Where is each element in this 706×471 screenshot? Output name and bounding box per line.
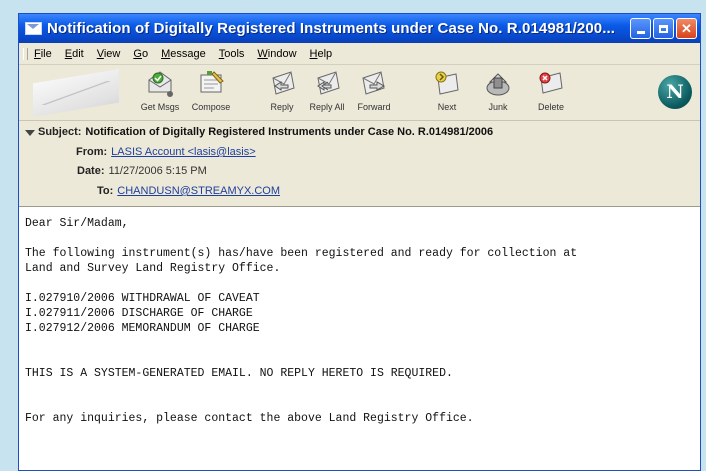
mail-envelope-icon [33, 69, 119, 117]
from-label: From: [76, 146, 108, 158]
title-bar[interactable]: Notification of Digitally Registered Ins… [19, 14, 700, 43]
delete-label: Delete [537, 102, 564, 112]
greeting-line: Dear Sir/Madam, [25, 217, 129, 230]
collapse-header-icon[interactable] [25, 130, 35, 136]
close-icon: ✕ [681, 20, 692, 36]
delete-icon [539, 72, 563, 94]
reply-all-label: Reply All [309, 102, 345, 112]
menu-view[interactable]: View [97, 48, 121, 60]
menu-bar: File Edit View Go Message Tools Window H… [19, 43, 700, 65]
menu-message[interactable]: Message [161, 48, 206, 60]
envelope-icon [25, 22, 42, 35]
delete-button[interactable]: Delete [523, 68, 579, 112]
maximize-button[interactable] [653, 18, 674, 39]
date-label: Date: [77, 165, 105, 177]
get-msgs-label: Get Msgs [140, 102, 180, 112]
toolbar: Get Msgs Compose Reply Reply All Forward… [19, 65, 700, 121]
subject-row: Subject: Notification of Digitally Regis… [38, 126, 493, 138]
forward-label: Forward [357, 102, 391, 112]
forward-button[interactable]: Forward [346, 68, 402, 112]
close-button[interactable]: ✕ [676, 18, 697, 39]
minimize-icon [636, 31, 645, 34]
to-row: To: CHANDUSN@STREAMYX.COM [97, 185, 280, 197]
instrument-line: I.027912/2006 MEMORANDUM OF CHARGE [25, 322, 260, 335]
junk-button[interactable]: Junk [470, 68, 526, 112]
subject-value: Notification of Digitally Registered Ins… [85, 126, 494, 138]
date-value: 11/27/2006 5:15 PM [108, 165, 207, 177]
menu-help[interactable]: Help [310, 48, 333, 60]
menu-file[interactable]: File [34, 48, 52, 60]
to-label: To: [97, 185, 114, 197]
window-controls: ✕ [630, 18, 697, 39]
from-value[interactable]: LASIS Account <lasis@lasis> [111, 146, 255, 158]
system-note: THIS IS A SYSTEM-GENERATED EMAIL. NO REP… [25, 367, 453, 380]
body-line-1: The following instrument(s) has/have bee… [25, 247, 578, 260]
next-icon [435, 71, 459, 95]
window-title: Notification of Digitally Registered Ins… [47, 20, 616, 37]
reply-icon [272, 71, 295, 95]
body-line-2: Land and Survey Land Registry Office. [25, 262, 281, 275]
message-header: Subject: Notification of Digitally Regis… [19, 121, 700, 207]
junk-icon [486, 73, 510, 96]
from-row: From: LASIS Account <lasis@lasis> [76, 146, 256, 158]
maximize-icon [659, 24, 668, 33]
get-msgs-button[interactable]: Get Msgs [132, 68, 188, 112]
instrument-line: I.027910/2006 WITHDRAWAL OF CAVEAT [25, 292, 260, 305]
reply-all-icon [317, 71, 340, 95]
message-body[interactable]: Dear Sir/Madam, The following instrument… [19, 207, 700, 470]
compose-icon [200, 71, 224, 93]
subject-label: Subject: [38, 126, 82, 138]
forward-icon [362, 71, 386, 95]
get-messages-icon [148, 71, 173, 97]
reply-label: Reply [270, 102, 294, 112]
next-label: Next [437, 102, 457, 112]
inquiry-line: For any inquiries, please contact the ab… [25, 412, 474, 425]
date-row: Date: 11/27/2006 5:15 PM [77, 165, 207, 177]
menu-window[interactable]: Window [257, 48, 296, 60]
compose-label: Compose [191, 102, 231, 112]
compose-button[interactable]: Compose [183, 68, 239, 112]
minimize-button[interactable] [630, 18, 651, 39]
next-button[interactable]: Next [419, 68, 475, 112]
to-value[interactable]: CHANDUSN@STREAMYX.COM [117, 185, 280, 197]
netscape-logo-icon[interactable]: N [658, 75, 692, 109]
menu-tools[interactable]: Tools [219, 48, 245, 60]
menu-go[interactable]: Go [133, 48, 148, 60]
mail-window: Notification of Digitally Registered Ins… [18, 13, 701, 471]
junk-label: Junk [488, 102, 508, 112]
instrument-line: I.027911/2006 DISCHARGE OF CHARGE [25, 307, 253, 320]
menu-edit[interactable]: Edit [65, 48, 84, 60]
toolbar-grip-icon[interactable] [23, 47, 28, 60]
